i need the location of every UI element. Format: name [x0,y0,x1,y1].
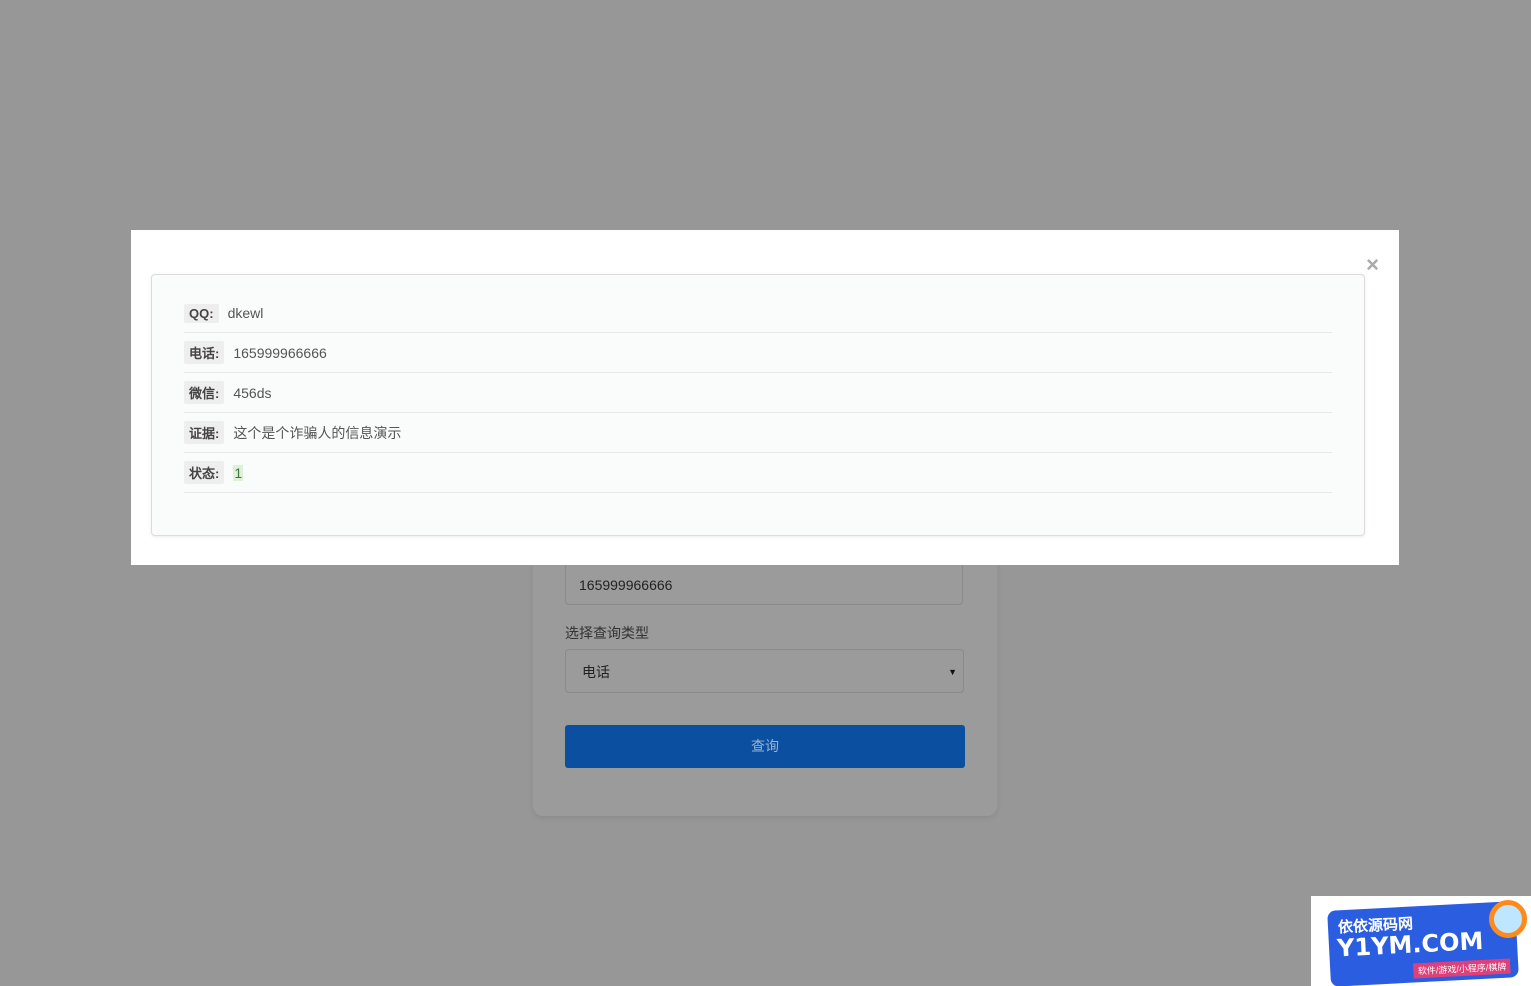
phone-value: 165999966666 [233,344,327,361]
wechat-label: 微信: [184,381,225,404]
query-type-label: 选择查询类型 [565,625,649,641]
qq-label: QQ: [184,303,219,323]
qq-value: dkewl [227,305,264,321]
close-icon[interactable]: × [1366,254,1379,276]
result-row-status: 状态: 1 [184,453,1332,493]
result-panel: QQ: dkewl 电话: 165999966666 微信: 456ds 证据:… [151,274,1365,536]
watermark-tagline: 软件/游戏/小程序/棋牌 [1413,958,1511,979]
watermark-logo: 依依源码网 Y1YM.COM 软件/游戏/小程序/棋牌 [1311,896,1531,986]
evidence-label: 证据: [184,421,225,444]
status-badge: 1 [233,464,244,481]
magnifier-icon [1489,900,1527,938]
query-type-selected: 电话 [582,664,610,680]
result-modal: × QQ: dkewl 电话: 165999966666 微信: 456ds 证… [131,230,1399,565]
page: 165999966666 选择查询类型 电话 ▼ 查询 × QQ: dkewl … [0,0,1531,986]
evidence-value: 这个是个诈骗人的信息演示 [233,424,402,441]
result-row-evidence: 证据: 这个是个诈骗人的信息演示 [184,413,1332,453]
query-button[interactable]: 查询 [565,725,965,768]
result-row-qq: QQ: dkewl [184,294,1332,333]
status-label: 状态: [184,461,225,484]
caret-down-icon: ▼ [948,667,957,677]
query-input[interactable]: 165999966666 [565,563,963,605]
query-type-select[interactable]: 电话 ▼ [565,649,964,693]
result-row-wechat: 微信: 456ds [184,373,1332,413]
result-row-phone: 电话: 165999966666 [184,333,1332,373]
phone-label: 电话: [184,341,225,364]
wechat-value: 456ds [233,384,272,401]
result-list: QQ: dkewl 电话: 165999966666 微信: 456ds 证据:… [184,294,1332,493]
